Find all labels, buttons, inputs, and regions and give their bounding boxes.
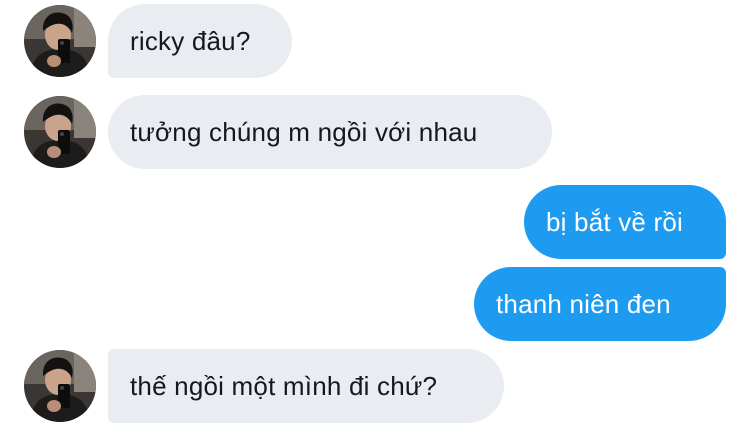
- sender-avatar[interactable]: [24, 96, 96, 168]
- outgoing-message-bubble[interactable]: bị bắt về rồi: [524, 185, 726, 259]
- avatar-photo-icon: [24, 96, 96, 168]
- message-text: bị bắt về rồi: [546, 206, 684, 237]
- incoming-message-bubble[interactable]: ricky đâu?: [108, 4, 292, 78]
- message-text: tưởng chúng m ngồi với nhau: [130, 116, 478, 147]
- message-text: ricky đâu?: [130, 25, 251, 56]
- sender-avatar[interactable]: [24, 5, 96, 77]
- outgoing-message-bubble[interactable]: thanh niên đen: [474, 267, 726, 341]
- avatar-photo-icon: [24, 5, 96, 77]
- avatar-photo-icon: [24, 350, 96, 422]
- sender-avatar[interactable]: [24, 350, 96, 422]
- message-text: thế ngồi một mình đi chứ?: [130, 370, 438, 401]
- incoming-message-bubble[interactable]: thế ngồi một mình đi chứ?: [108, 349, 504, 423]
- message-text: thanh niên đen: [496, 288, 671, 319]
- incoming-message-bubble[interactable]: tưởng chúng m ngồi với nhau: [108, 95, 552, 169]
